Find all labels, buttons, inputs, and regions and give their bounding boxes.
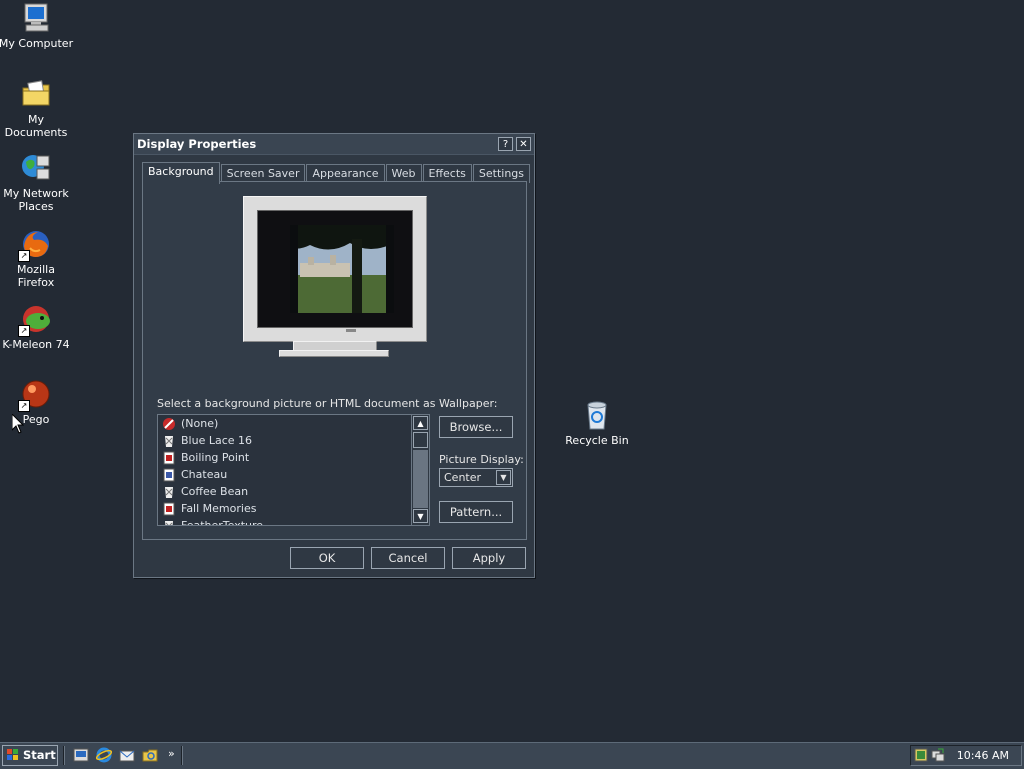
list-item[interactable]: FeatherTexture <box>160 517 411 526</box>
list-item[interactable]: Fall Memories <box>160 500 411 517</box>
computer-icon <box>20 2 52 34</box>
explorer-icon[interactable] <box>142 747 158 763</box>
quicklaunch-overflow-icon[interactable]: » <box>168 747 175 760</box>
desktop-icon-label: My Computer <box>0 37 74 50</box>
k-meleon-icon: ↗ <box>18 303 52 337</box>
clock[interactable]: 10:46 AM <box>957 749 1009 762</box>
scroll-thumb[interactable] <box>413 432 428 448</box>
system-tray: 10:46 AM <box>910 745 1022 766</box>
desktop-icon-label: Mozilla Firefox <box>17 263 55 289</box>
desktop-icon-my-network-places[interactable]: My Network Places <box>0 152 74 213</box>
browse-button[interactable]: Browse... <box>439 416 513 438</box>
jpg-file-icon <box>163 468 175 481</box>
html-file-icon <box>163 451 175 464</box>
display-properties-dialog: Display Properties ? ✕ Background Screen… <box>133 133 535 578</box>
chevron-down-icon[interactable]: ▼ <box>496 470 511 485</box>
wallpaper-preview-image <box>290 225 394 313</box>
pattern-button[interactable]: Pattern... <box>439 501 513 523</box>
desktop-icon-recycle-bin[interactable]: Recycle Bin <box>559 399 635 447</box>
pego-icon: ↗ <box>18 378 52 412</box>
monitor-screen <box>257 210 413 328</box>
monitor-preview <box>243 196 427 342</box>
cancel-button[interactable]: Cancel <box>371 547 445 569</box>
apply-button[interactable]: Apply <box>452 547 526 569</box>
mouse-cursor-icon <box>12 414 24 434</box>
bmp-file-icon <box>165 435 173 447</box>
desktop-icon-label: My Network Places <box>3 187 69 213</box>
start-button[interactable]: Start <box>2 745 58 766</box>
list-item-label: Blue Lace 16 <box>181 434 253 447</box>
windows-logo-icon <box>7 749 18 760</box>
shortcut-arrow-icon: ↗ <box>18 250 30 262</box>
monitor-power-led <box>346 329 356 332</box>
outlook-express-icon[interactable] <box>119 747 135 763</box>
desktop-icon-mozilla-firefox[interactable]: ↗ Mozilla Firefox <box>0 228 74 289</box>
list-item-label: Coffee Bean <box>181 485 249 498</box>
folder-icon <box>20 78 52 110</box>
taskbar-separator <box>181 746 183 765</box>
network-places-icon <box>20 152 52 184</box>
dialog-title: Display Properties <box>137 137 257 151</box>
none-icon <box>163 417 175 430</box>
wallpaper-list[interactable]: (None) Blue Lace 16 Boiling Point Chatea… <box>157 414 430 526</box>
bmp-file-icon <box>165 486 173 498</box>
scroll-down-icon[interactable]: ▼ <box>413 509 428 523</box>
list-item[interactable]: Blue Lace 16 <box>160 432 411 449</box>
list-item[interactable]: (None) <box>160 415 411 432</box>
dialog-titlebar[interactable]: Display Properties ? ✕ <box>134 134 534 155</box>
list-item[interactable]: Chateau <box>160 466 411 483</box>
list-item[interactable]: Coffee Bean <box>160 483 411 500</box>
list-item-label: Chateau <box>181 468 228 481</box>
bmp-file-icon <box>165 520 173 525</box>
list-item[interactable]: Boiling Point <box>160 449 411 466</box>
shortcut-arrow-icon: ↗ <box>18 325 30 337</box>
tray-app-icon[interactable] <box>914 748 928 762</box>
ok-button[interactable]: OK <box>290 547 364 569</box>
picture-display-value: Center <box>444 471 482 484</box>
scroll-track[interactable] <box>413 450 428 508</box>
monitor-base <box>279 350 389 357</box>
desktop-icon-label: My Documents <box>4 113 68 139</box>
internet-explorer-icon[interactable] <box>96 747 112 763</box>
desktop-icon-my-documents[interactable]: My Documents <box>0 78 74 139</box>
network-tray-icon[interactable] <box>931 748 945 762</box>
start-label: Start <box>23 748 56 762</box>
desktop-icon-k-meleon[interactable]: ↗ K-Meleon 74 <box>0 303 74 351</box>
desktop-icon-label: K-Meleon 74 <box>2 338 70 351</box>
firefox-icon: ↗ <box>18 228 52 262</box>
picture-display-select[interactable]: Center ▼ <box>439 468 513 487</box>
list-item-label: Fall Memories <box>181 502 257 515</box>
taskbar: Start » 10:46 AM <box>0 742 1024 769</box>
list-item-label: (None) <box>181 417 219 430</box>
vertical-scrollbar[interactable]: ▲ ▼ <box>411 415 429 525</box>
show-desktop-icon[interactable] <box>73 747 89 763</box>
close-button[interactable]: ✕ <box>516 137 531 151</box>
tab-strip: Background Screen Saver Appearance Web E… <box>142 162 531 184</box>
wallpaper-instruction: Select a background picture or HTML docu… <box>157 397 498 410</box>
scroll-up-icon[interactable]: ▲ <box>413 416 428 430</box>
taskbar-separator <box>63 746 65 765</box>
desktop-icon-label: Recycle Bin <box>565 434 629 447</box>
list-item-label: Boiling Point <box>181 451 250 464</box>
desktop-icon-my-computer[interactable]: My Computer <box>0 2 74 50</box>
picture-display-label: Picture Display: <box>439 453 524 466</box>
html-file-icon <box>163 502 175 515</box>
background-tab-panel: Select a background picture or HTML docu… <box>142 181 527 540</box>
tab-background[interactable]: Background <box>142 162 220 184</box>
list-item-label: FeatherTexture <box>181 519 264 526</box>
help-button[interactable]: ? <box>498 137 513 151</box>
recycle-bin-icon <box>581 399 613 431</box>
shortcut-arrow-icon: ↗ <box>18 400 30 412</box>
